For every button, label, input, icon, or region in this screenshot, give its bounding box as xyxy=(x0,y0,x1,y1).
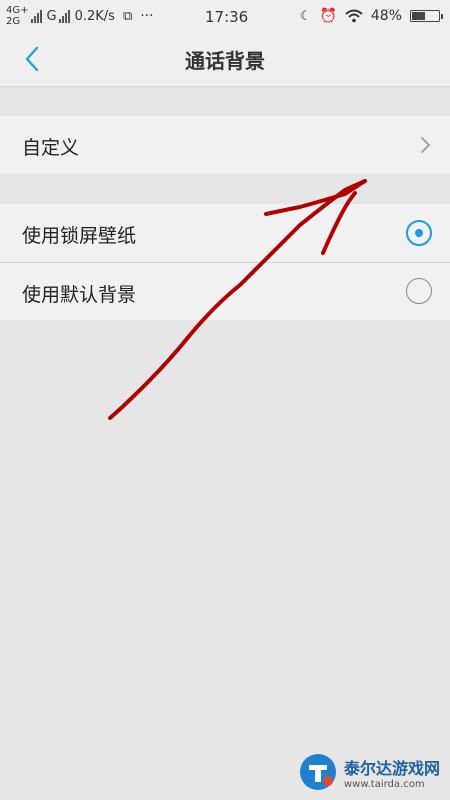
network-types: 4G+ 2G xyxy=(6,5,29,27)
battery-percent: 48% xyxy=(370,8,402,24)
default-label: 使用默认背景 xyxy=(22,284,137,306)
alarm-icon: ⏰ xyxy=(319,8,337,24)
screenshot-icon: ⧉ xyxy=(122,8,133,24)
more-icon: ··· xyxy=(140,8,154,24)
moon-icon: ☾ xyxy=(299,8,312,24)
battery-icon xyxy=(410,10,443,22)
carrier-label: G xyxy=(46,8,57,24)
status-right: ☾ ⏰ 48% xyxy=(299,0,443,32)
custom-background-item[interactable]: 自定义 xyxy=(0,116,450,174)
network-4g: 4G+ xyxy=(6,5,29,16)
lockscreen-radio[interactable] xyxy=(406,220,432,246)
default-radio[interactable] xyxy=(406,278,432,304)
lockscreen-label: 使用锁屏壁纸 xyxy=(22,225,137,247)
header-bar: 通话背景 xyxy=(0,32,450,87)
watermark-brand: 泰尔达游戏网 xyxy=(343,758,440,778)
default-background-option[interactable]: 使用默认背景 xyxy=(0,263,450,320)
lockscreen-wallpaper-option[interactable]: 使用锁屏壁纸 xyxy=(0,204,450,262)
custom-label: 自定义 xyxy=(22,137,80,159)
network-2g: 2G xyxy=(6,16,21,27)
site-logo-icon xyxy=(299,754,336,790)
status-bar: 4G+ 2G G 0.2K/s ⧉ ··· 17:36 ☾ ⏰ 48% xyxy=(0,0,450,32)
signal-icon xyxy=(30,9,43,23)
chevron-right-icon xyxy=(421,137,430,153)
status-time: 17:36 xyxy=(205,8,249,26)
signal-icon-2 xyxy=(58,9,71,23)
wifi-icon xyxy=(345,9,363,23)
page-title: 通话背景 xyxy=(185,49,265,73)
network-speed: 0.2K/s xyxy=(74,8,115,24)
status-left: 4G+ 2G G 0.2K/s ⧉ ··· xyxy=(6,0,154,32)
watermark: 泰尔达游戏网 www.tairda.com xyxy=(298,752,440,792)
watermark-url: www.tairda.com xyxy=(343,778,425,790)
